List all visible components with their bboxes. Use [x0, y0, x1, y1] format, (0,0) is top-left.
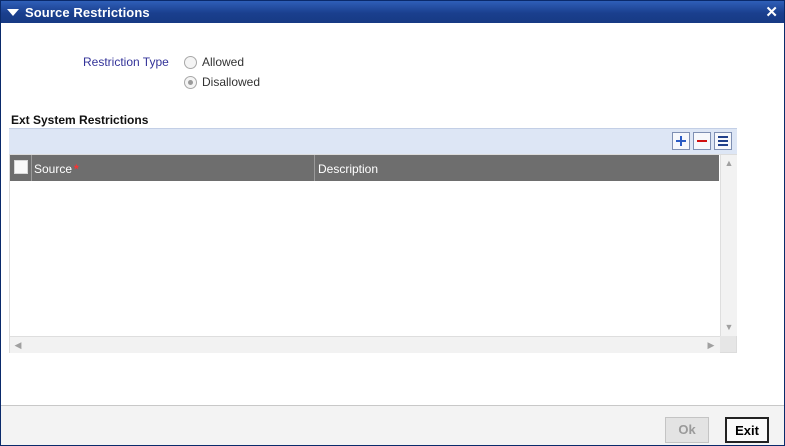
- source-restrictions-window: Source Restrictions ✕ Restriction Type A…: [0, 0, 785, 446]
- plus-icon[interactable]: [672, 132, 690, 150]
- column-divider: [314, 155, 315, 181]
- grid-header: Source * Description: [10, 155, 719, 181]
- grid-toolbar: [9, 128, 737, 155]
- exit-button[interactable]: Exit: [725, 417, 769, 443]
- close-icon[interactable]: ✕: [765, 3, 778, 21]
- scroll-down-icon[interactable]: ▼: [722, 320, 736, 334]
- radio-disallowed-label: Disallowed: [202, 75, 261, 89]
- vertical-scrollbar[interactable]: ▲ ▼: [720, 155, 737, 336]
- ext-system-grid: Source * Description ▲ ▼ ◀ ▶: [9, 154, 737, 353]
- radio-disallowed[interactable]: Disallowed: [184, 74, 260, 90]
- scroll-left-icon[interactable]: ◀: [11, 338, 25, 352]
- ext-system-restrictions-title: Ext System Restrictions: [11, 113, 149, 127]
- column-source-label: Source: [34, 162, 73, 176]
- column-description[interactable]: Description: [318, 155, 378, 181]
- column-description-label: Description: [318, 162, 379, 176]
- collapse-triangle-icon[interactable]: [7, 9, 19, 16]
- window-title: Source Restrictions: [25, 5, 150, 20]
- required-marker: *: [74, 162, 79, 176]
- list-line: [718, 136, 728, 138]
- column-source[interactable]: Source *: [34, 155, 79, 181]
- radio-allowed-label: Allowed: [202, 55, 245, 69]
- column-divider: [31, 155, 32, 181]
- ok-button[interactable]: Ok: [665, 417, 709, 443]
- scrollbar-corner: [720, 336, 736, 352]
- list-view-icon[interactable]: [714, 132, 732, 150]
- scroll-up-icon[interactable]: ▲: [722, 156, 736, 170]
- horizontal-scrollbar[interactable]: ◀ ▶: [10, 336, 720, 353]
- radio-allowed[interactable]: Allowed: [184, 54, 244, 70]
- select-all-checkbox[interactable]: [14, 160, 28, 174]
- restriction-type-label: Restriction Type: [83, 55, 169, 69]
- list-line: [718, 144, 728, 146]
- title-bar: Source Restrictions ✕: [1, 1, 784, 23]
- radio-allowed-circle[interactable]: [184, 55, 197, 69]
- radio-disallowed-circle[interactable]: [184, 75, 197, 89]
- minus-icon[interactable]: [693, 132, 711, 150]
- scroll-right-icon[interactable]: ▶: [704, 338, 718, 352]
- list-line: [718, 140, 728, 142]
- footer: Ok Exit: [1, 406, 784, 445]
